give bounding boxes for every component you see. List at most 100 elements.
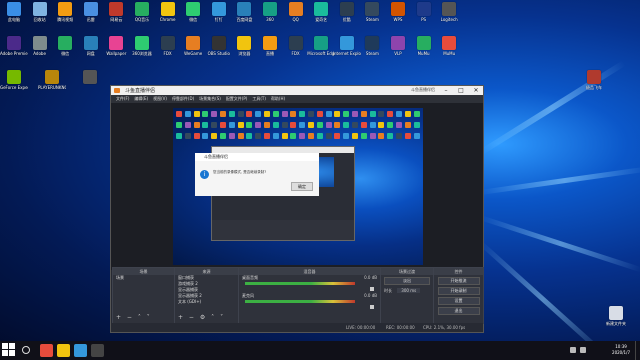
duration-input[interactable]: 300 ms — [397, 288, 421, 293]
preview-area[interactable]: 斗鱼直播伴侣 i 您当前的录像模式, 是否继续录制? 确定 — [111, 103, 483, 270]
source-toolbar[interactable]: + − ⚙ ˄ ˅ — [178, 315, 225, 321]
menu-item[interactable]: 工具(T) — [252, 96, 266, 101]
exit-button[interactable]: 退出 — [437, 307, 480, 315]
desktop-icon[interactable]: Chrome — [154, 2, 182, 22]
transition-select[interactable]: 淡出 — [384, 277, 430, 285]
desktop-icon[interactable]: MuMu — [410, 36, 438, 56]
preview-desktop-icon — [193, 133, 200, 139]
desktop-icon[interactable]: WPS — [384, 2, 412, 22]
chrome-icon[interactable] — [40, 344, 53, 357]
preview-desktop-icon — [396, 111, 402, 117]
speaker-icon[interactable] — [370, 287, 374, 291]
volume-icon[interactable] — [580, 347, 586, 353]
desktop-icon[interactable]: 网盘 — [77, 36, 105, 56]
menu-item[interactable]: 停靠部件(D) — [172, 96, 194, 101]
preview-desktop-icon — [202, 122, 209, 128]
desktop-icon[interactable]: PS — [410, 2, 438, 22]
menu-item[interactable]: 文件(F) — [116, 96, 129, 101]
menu-item[interactable]: 配置文件(P) — [226, 96, 248, 101]
desktop-icon[interactable]: PLAYERUNKNOWN'S BATTLEGROUNDS — [38, 70, 66, 90]
desktop-icon[interactable]: QQ — [282, 2, 310, 22]
desktop-icon[interactable]: Steam — [358, 36, 386, 56]
desktop-icon[interactable]: 爱奇艺 — [307, 2, 335, 22]
settings-button[interactable]: 设置 — [437, 297, 480, 305]
scene-toolbar[interactable]: + − ˄ ˅ — [116, 315, 152, 321]
desktop-icon[interactable]: 360浏览器 — [128, 36, 156, 56]
menu-item[interactable]: 场景集合(S) — [199, 96, 221, 101]
preview-desktop-icon — [202, 111, 209, 117]
edge-icon[interactable] — [74, 344, 87, 357]
folder-icon — [609, 306, 623, 320]
desktop-icon[interactable]: 极品飞车 — [580, 70, 608, 90]
desktop-icon[interactable]: Logitech — [435, 2, 463, 22]
obs-icon[interactable] — [91, 344, 104, 357]
menu-item[interactable]: 帮助(H) — [271, 96, 285, 101]
desktop-icon[interactable]: Wallpaper — [102, 36, 130, 56]
minimize-icon[interactable]: – — [439, 86, 453, 95]
desktop-icon[interactable]: GeForce Experience — [0, 70, 28, 90]
desktop-icon[interactable]: 腾讯视频 — [51, 2, 79, 22]
desktop-icon[interactable]: QQ音乐 — [128, 2, 156, 22]
desktop-icon[interactable]: 网易云 — [102, 2, 130, 22]
desktop-icon[interactable]: FDX — [282, 36, 310, 56]
desktop-icon[interactable]: FDX — [154, 36, 182, 56]
show-desktop-button[interactable] — [635, 341, 640, 360]
mixer-title: 混音器 — [239, 268, 380, 275]
desktop-icon[interactable]: MuMu — [435, 36, 463, 56]
taskbar-clock[interactable]: 10:39 2020/1/7 — [612, 344, 630, 356]
close-icon[interactable]: ✕ — [469, 86, 483, 95]
desktop-icon[interactable]: 迅雷 — [77, 2, 105, 22]
explorer-icon[interactable] — [57, 344, 70, 357]
source-item[interactable]: 文本 (GDI+) — [175, 299, 238, 305]
network-icon[interactable] — [570, 347, 576, 353]
maximize-icon[interactable]: □ — [454, 86, 468, 95]
desktop-icon[interactable]: Steam — [358, 2, 386, 22]
desktop-icon-label: Steam — [365, 51, 379, 56]
start-streaming-button[interactable]: 开始推流 — [437, 277, 480, 285]
desktop-icon[interactable]: 此电脑 — [0, 2, 28, 22]
start-recording-button[interactable]: 开始录制 — [437, 287, 480, 295]
desktop-icon[interactable]: 钉钉 — [205, 2, 233, 22]
preview-desktop-icon — [360, 133, 367, 139]
title-right-label: 斗鱼直播伴侣 — [411, 87, 435, 92]
desktop-icon[interactable]: Microsoft Edge — [307, 36, 335, 56]
desktop-icon[interactable]: 回收站 — [26, 2, 54, 22]
preview-desktop-icon — [264, 122, 270, 128]
desktop-icon[interactable]: 直播 — [256, 36, 284, 56]
app-icon — [416, 2, 431, 16]
desktop-icon[interactable]: 微信 — [51, 36, 79, 56]
speaker-icon[interactable] — [370, 305, 374, 309]
preview-desktop-icon — [360, 122, 367, 128]
desktop-icon-label: 360 — [266, 17, 274, 22]
desktop-icon-label: OBS Studio — [207, 51, 230, 56]
desktop-icon[interactable]: VLP — [384, 36, 412, 56]
desktop-icon[interactable]: 浏览器 — [230, 36, 258, 56]
desktop-icon[interactable]: WeGame — [179, 36, 207, 56]
desktop-icon[interactable]: 微信 — [179, 2, 207, 22]
desktop-icon[interactable] — [76, 70, 104, 85]
new-folder-icon[interactable]: 新建文件夹 — [602, 306, 630, 326]
app-icon — [339, 36, 354, 50]
menu-item[interactable]: 编辑(E) — [134, 96, 148, 101]
scene-item[interactable]: 场景 — [113, 275, 174, 281]
preview-desktop-icon — [246, 111, 253, 117]
volume-db: 0.0 dB — [364, 275, 377, 280]
preview-desktop-icon — [211, 133, 218, 139]
dialog-ok-button[interactable]: 确定 — [291, 182, 313, 191]
windows-start-icon[interactable] — [2, 343, 16, 357]
search-icon[interactable] — [22, 346, 30, 354]
desktop-icon[interactable]: Adobe Premiere — [0, 36, 28, 56]
menu-item[interactable]: 视图(V) — [153, 96, 167, 101]
preview-desktop-icon — [193, 111, 200, 117]
desktop-icon[interactable]: Internet Explorer — [333, 36, 361, 56]
app-icon — [186, 36, 201, 50]
desktop-icon[interactable]: 优酷 — [333, 2, 361, 22]
desktop-icon[interactable]: OBS Studio — [205, 36, 233, 56]
app-icon — [83, 36, 98, 50]
desktop-icon[interactable]: 百度网盘 — [230, 2, 258, 22]
preview-desktop-icon — [237, 133, 244, 139]
desktop-icon[interactable]: Adobe — [26, 36, 54, 56]
preview-desktop-icon — [404, 133, 411, 139]
preview-desktop-icon — [290, 111, 297, 117]
desktop-icon[interactable]: 360 — [256, 2, 284, 22]
